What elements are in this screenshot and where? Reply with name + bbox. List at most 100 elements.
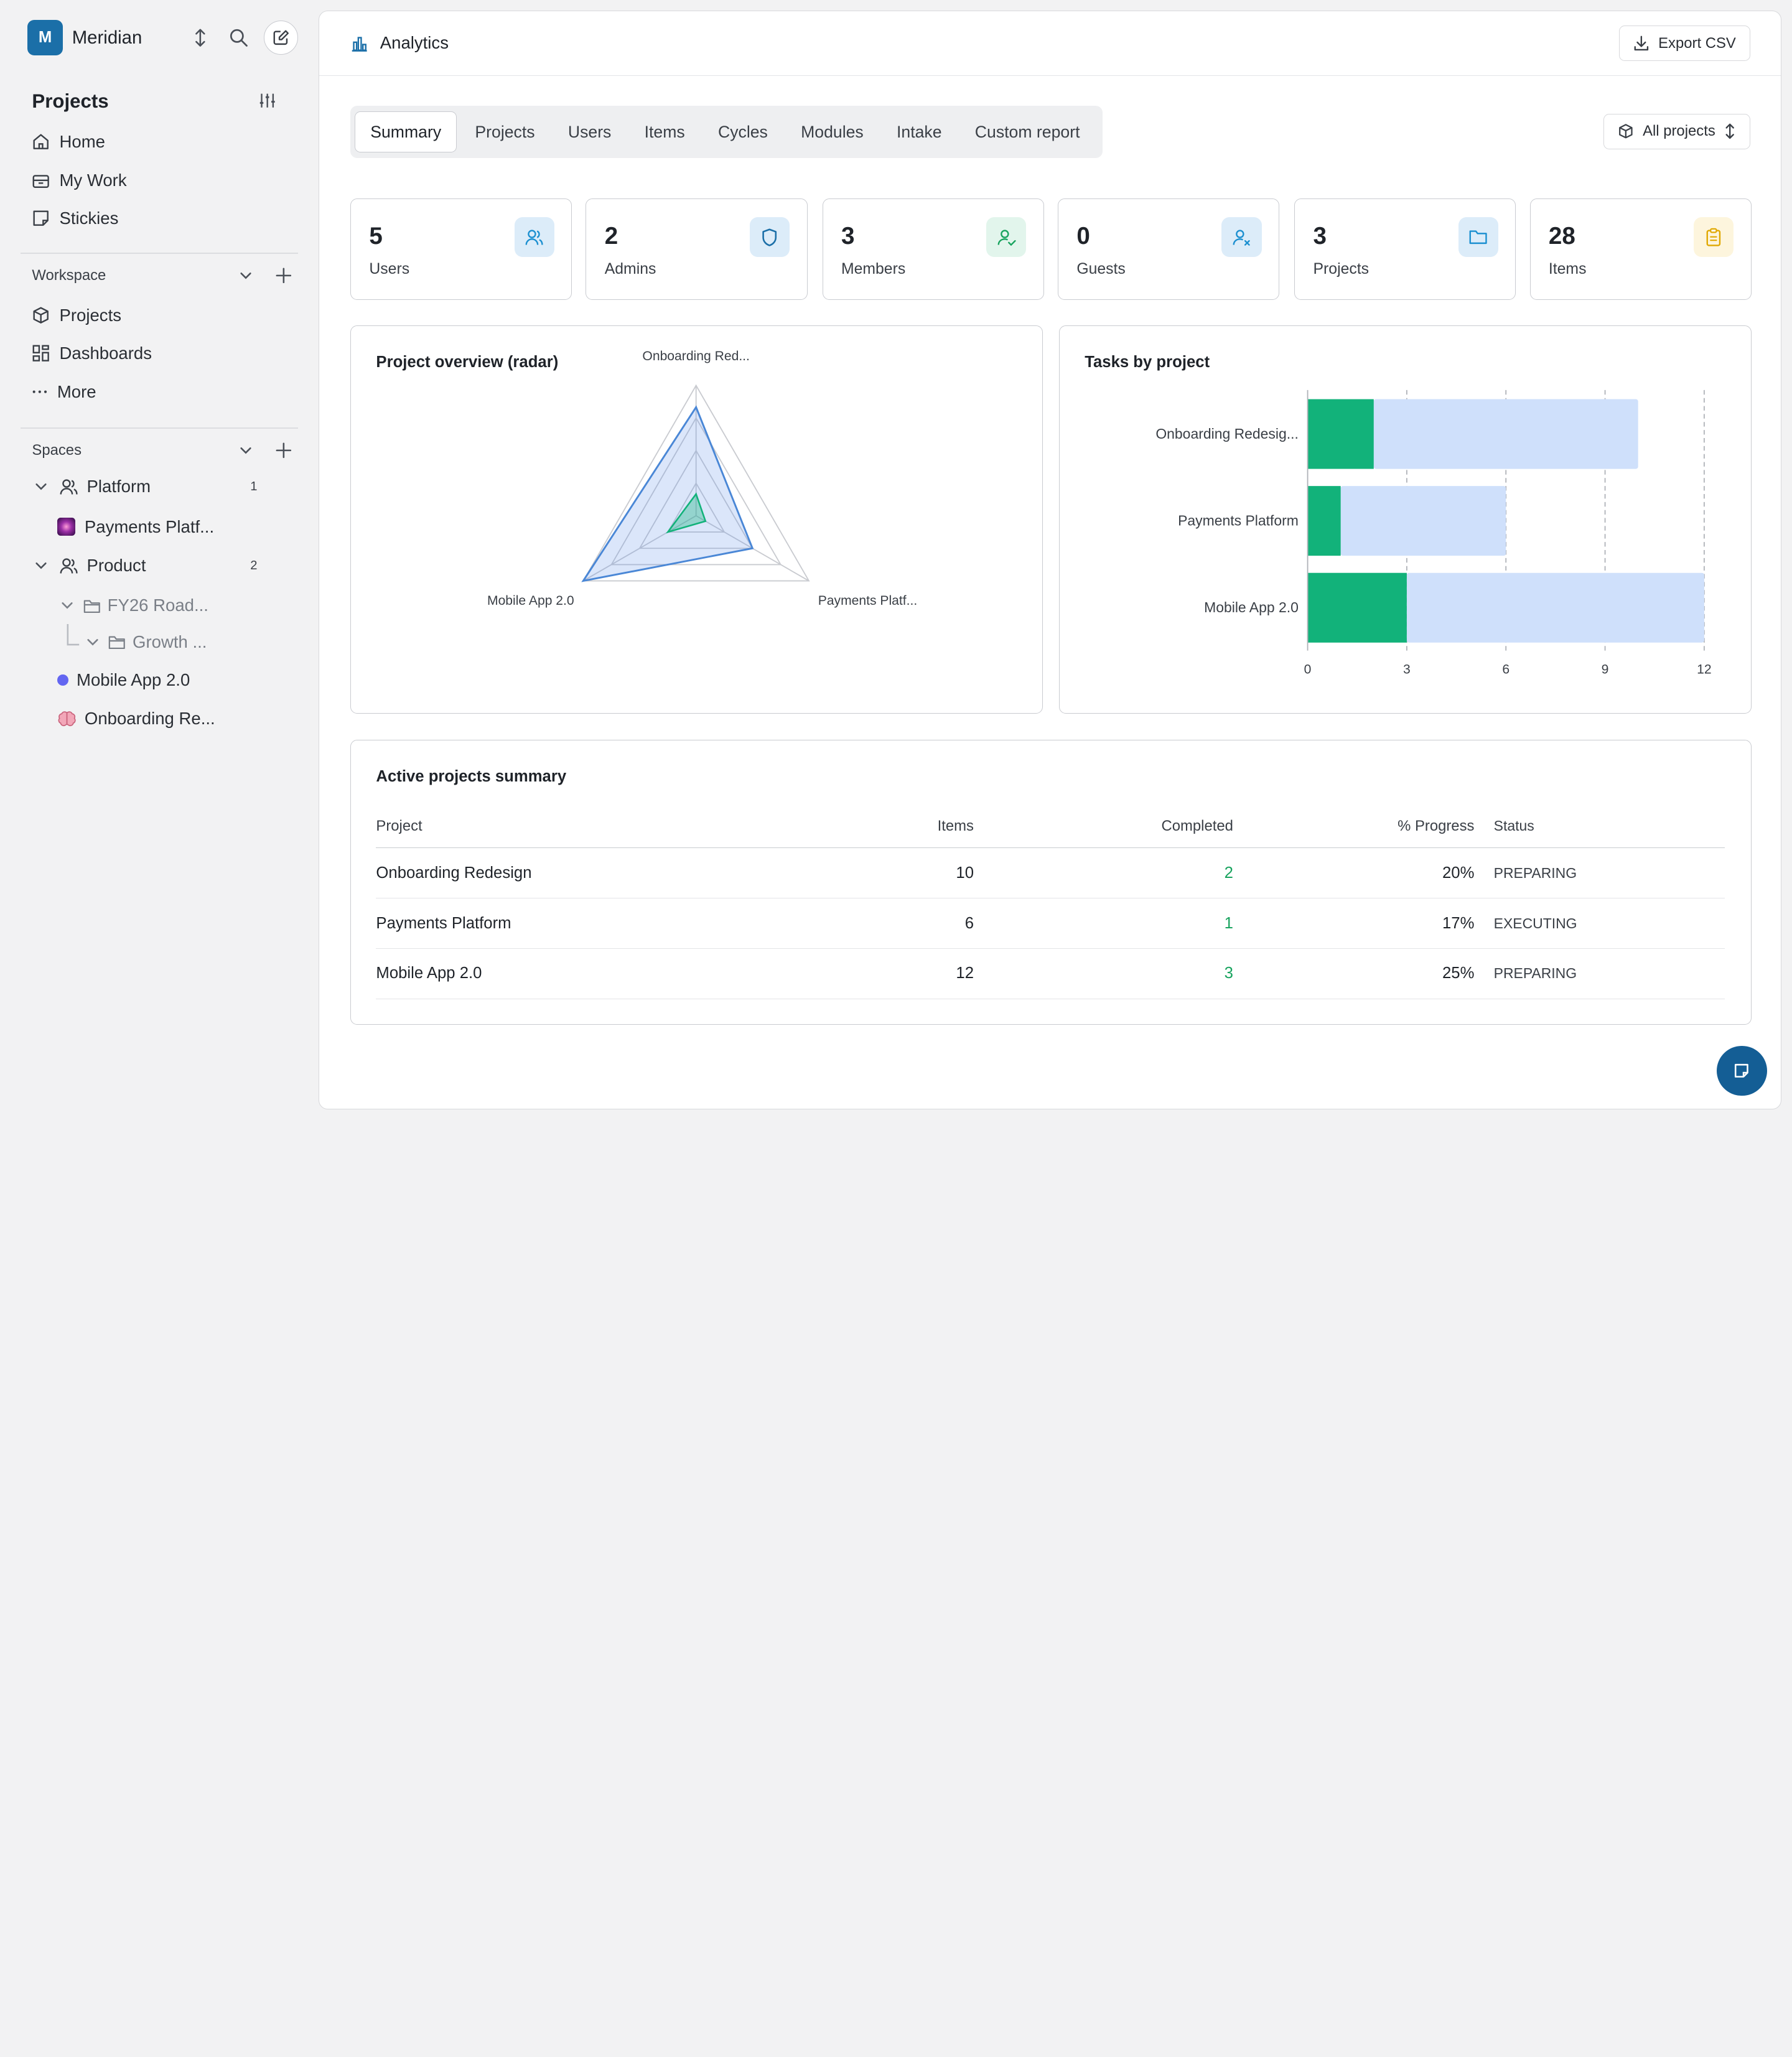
folder-growth[interactable]: Growth ... — [86, 628, 207, 656]
items-count: 6 — [833, 898, 974, 949]
chevron-down-icon[interactable] — [239, 444, 253, 457]
stat-value: 3 — [1313, 223, 1327, 250]
project-mobile-app[interactable]: Mobile App 2.0 — [57, 666, 190, 694]
folder-icon — [1458, 217, 1498, 258]
stat-card-members: 3 Members — [822, 198, 1044, 301]
chevron-down-icon[interactable] — [60, 599, 74, 612]
floating-sticky-button[interactable] — [1716, 1045, 1767, 1096]
stat-label: Admins — [604, 260, 656, 278]
sidebar-item-label: Dashboards — [59, 343, 152, 363]
sidebar-item-label: More — [57, 381, 96, 401]
tab-intake[interactable]: Intake — [882, 111, 956, 152]
stat-card-users: 5 Users — [350, 198, 572, 301]
galaxy-emoji-icon — [57, 518, 76, 536]
sidebar-item-label: Stickies — [59, 208, 119, 228]
space-product[interactable]: Product — [34, 552, 146, 579]
progress-percent: 20% — [1233, 847, 1475, 899]
progress-percent: 25% — [1233, 948, 1475, 999]
bar-completed[interactable] — [1307, 485, 1341, 556]
project-name[interactable]: Payments Platform — [376, 898, 834, 949]
table-row[interactable]: Payments Platform 6 1 17% EXECUTING — [376, 898, 1725, 949]
project-label: Onboarding Re... — [84, 709, 215, 729]
bar-completed[interactable] — [1307, 399, 1374, 469]
bar-total[interactable] — [1340, 485, 1506, 556]
bar-total[interactable] — [1373, 399, 1638, 469]
active-projects-table: Project Items Completed % Progress Statu… — [376, 805, 1725, 999]
chevron-down-icon[interactable] — [239, 269, 253, 282]
chevron-down-icon[interactable] — [34, 480, 48, 493]
dashboard-icon — [32, 345, 50, 361]
active-projects-card: Active projects summary Project Items Co… — [350, 740, 1752, 1025]
column-header[interactable]: Project — [376, 805, 834, 849]
items-count: 10 — [833, 847, 974, 899]
tab-modules[interactable]: Modules — [786, 111, 878, 152]
sliders-icon[interactable] — [258, 91, 276, 114]
sidebar-item-stickies[interactable]: Stickies — [32, 205, 118, 232]
clipboard-icon — [1693, 217, 1734, 258]
y-category-label: Payments Platform — [1178, 512, 1299, 528]
tab-custom-report[interactable]: Custom report — [960, 111, 1094, 152]
column-header[interactable]: Status — [1474, 805, 1725, 849]
sort-arrows-icon[interactable] — [186, 24, 213, 52]
top-bar: Analytics Export CSV — [319, 11, 1781, 77]
column-header[interactable]: % Progress — [1233, 805, 1475, 849]
items-count: 12 — [833, 948, 974, 999]
workspace-section-header[interactable]: Workspace — [32, 263, 291, 287]
bar-completed[interactable] — [1307, 572, 1407, 643]
sidebar-item-label: My Work — [59, 170, 127, 190]
section-label: Workspace — [32, 266, 106, 284]
tab-summary[interactable]: Summary — [355, 111, 457, 153]
table-title: Active projects summary — [376, 768, 567, 786]
sidebar: M Meridian Projects Home My Work Stickie… — [0, 0, 319, 1120]
table-row[interactable]: Onboarding Redesign 10 2 20% PREPARING — [376, 847, 1725, 899]
sidebar-item-projects[interactable]: Projects — [32, 302, 121, 329]
sidebar-item-more[interactable]: More — [32, 378, 96, 406]
stat-label: Items — [1548, 260, 1587, 278]
column-header[interactable]: Items — [833, 805, 974, 849]
space-label: Product — [86, 556, 146, 576]
workspace-name[interactable]: Meridian — [72, 27, 142, 49]
tab-cycles[interactable]: Cycles — [703, 111, 783, 152]
bar-total[interactable] — [1406, 572, 1704, 643]
x-tick-label: 0 — [1304, 662, 1311, 676]
completed-count: 3 — [974, 948, 1233, 999]
sidebar-divider — [21, 252, 299, 254]
chevron-down-icon[interactable] — [86, 635, 100, 649]
project-name[interactable]: Onboarding Redesign — [376, 847, 834, 899]
users-icon — [514, 217, 554, 258]
workspace-header: M Meridian — [27, 19, 299, 56]
table-row[interactable]: Mobile App 2.0 12 3 25% PREPARING — [376, 948, 1725, 999]
tab-items[interactable]: Items — [630, 111, 700, 152]
project-onboarding-redesign[interactable]: Onboarding Re... — [57, 705, 215, 732]
spaces-section-header[interactable]: Spaces — [32, 437, 291, 462]
box-icon — [33, 307, 49, 324]
stat-card-items: 28 Items — [1529, 198, 1752, 301]
sidebar-item-dashboards[interactable]: Dashboards — [32, 339, 152, 366]
tab-users[interactable]: Users — [553, 111, 626, 152]
export-csv-button[interactable]: Export CSV — [1618, 26, 1750, 62]
folder-fy26-roadmap[interactable]: FY26 Road... — [60, 592, 208, 619]
page-title: Analytics — [380, 33, 449, 53]
project-payments-platform[interactable]: Payments Platf... — [57, 513, 214, 541]
stat-card-guests: 0 Guests — [1057, 198, 1280, 301]
compose-button[interactable] — [264, 21, 299, 55]
project-filter-select[interactable]: All projects — [1603, 113, 1750, 149]
sidebar-item-home[interactable]: Home — [32, 128, 105, 156]
radar-axis-label: Mobile App 2.0 — [487, 594, 574, 608]
project-name[interactable]: Mobile App 2.0 — [376, 948, 834, 999]
dot-icon — [57, 674, 69, 686]
sidebar-title: Projects — [32, 90, 109, 113]
users-icon — [60, 479, 78, 495]
tab-projects[interactable]: Projects — [460, 111, 550, 152]
column-header[interactable]: Completed — [974, 805, 1233, 849]
workspace-logo[interactable]: M — [27, 20, 63, 56]
plus-icon[interactable] — [276, 442, 292, 459]
edit-icon — [273, 30, 289, 45]
sidebar-item-my-work[interactable]: My Work — [32, 167, 127, 194]
plus-icon[interactable] — [276, 268, 292, 284]
stat-value: 5 — [369, 223, 383, 250]
space-platform[interactable]: Platform — [34, 473, 151, 500]
stat-label: Members — [841, 260, 906, 278]
search-icon[interactable] — [225, 24, 253, 52]
chevron-down-icon[interactable] — [34, 559, 48, 572]
